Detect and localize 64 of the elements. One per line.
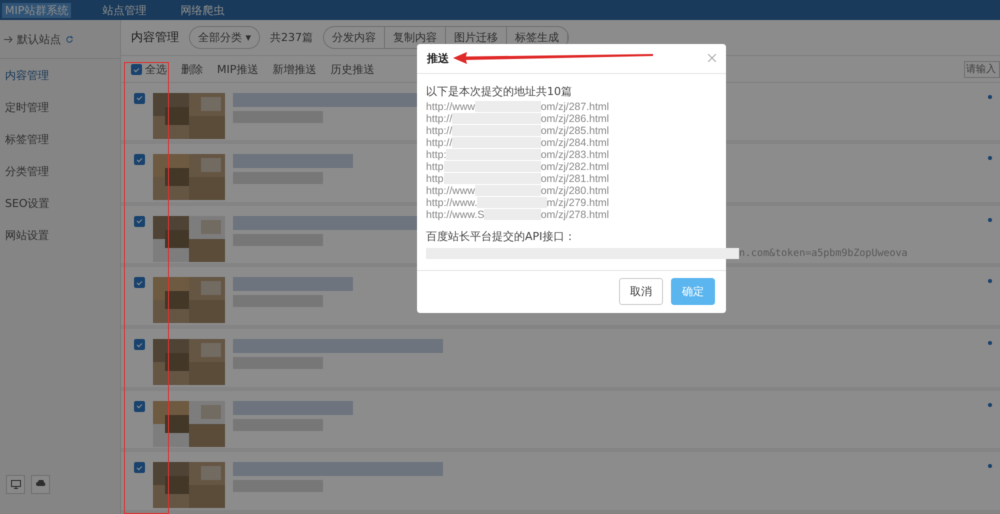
cloud-icon[interactable] [31, 475, 50, 494]
row-checkbox[interactable] [134, 277, 145, 288]
toolbar-button[interactable]: 新增推送 [272, 62, 316, 78]
row-checkbox[interactable] [134, 154, 145, 166]
nav-tab[interactable]: 站点管理 [99, 2, 150, 18]
row-checkbox[interactable] [134, 92, 145, 104]
url-text: http:// [426, 136, 452, 149]
status-dot [988, 156, 992, 160]
dialog-title: 推送 [427, 50, 449, 66]
sidebar-item[interactable]: 网站设置 [0, 219, 120, 251]
url-text: om/zj/284.html [540, 136, 609, 149]
url-text: om/zj/283.html [540, 148, 609, 161]
url-text: om/zj/280.html [540, 184, 609, 197]
url-text: http:// [426, 112, 452, 125]
arrow-icon [4, 36, 13, 42]
close-icon[interactable] [708, 54, 716, 62]
article-count: 共237篇 [270, 30, 314, 45]
url-text: m/zj/279.html [546, 196, 609, 209]
url-text: om/zj/278.html [540, 208, 609, 221]
url-text: om/zj/281.html [540, 172, 609, 185]
row-checkbox[interactable] [134, 216, 145, 227]
status-dot [988, 279, 992, 284]
row-checkbox[interactable] [134, 462, 145, 474]
url-text: om/zj/285.html [540, 124, 609, 137]
url-text: om/zj/286.html [540, 112, 609, 125]
refresh-icon[interactable] [65, 34, 74, 44]
url-text: http://www [426, 100, 476, 113]
url-text: om/zj/287.html [540, 100, 609, 113]
dialog-intro: 以下是本次提交的地址共10篇 [426, 84, 573, 99]
sidebar-item[interactable]: 标签管理 [0, 123, 120, 155]
status-dot [988, 402, 992, 407]
url-text: http: [426, 148, 446, 161]
nav-tab[interactable]: MIP站群系统 [2, 2, 72, 18]
toolbar-button[interactable]: 历史推送 [330, 62, 374, 78]
site-name[interactable]: 默认站点 [17, 32, 61, 46]
url-text: http://www [426, 184, 476, 197]
toolbar-button[interactable]: MIP推送 [217, 62, 258, 78]
select-all-checkbox[interactable]: 全选 [131, 62, 167, 78]
category-dropdown[interactable]: 全部分类 ▾ [189, 26, 260, 49]
page-title: 内容管理 [131, 28, 179, 46]
sidebar-item[interactable]: 内容管理 [0, 59, 120, 91]
url-text: http [426, 160, 444, 173]
sidebar-item[interactable]: 定时管理 [0, 91, 120, 123]
action-button[interactable]: 分发内容 [324, 26, 386, 48]
status-dot [988, 94, 992, 99]
sidebar-item[interactable]: SEO设置 [0, 187, 120, 219]
status-dot [988, 464, 992, 468]
search-field[interactable]: 请输入 [964, 61, 1000, 78]
toolbar-button[interactable]: 删除 [181, 62, 203, 78]
url-text: http://www.S [426, 208, 484, 221]
status-dot [988, 218, 992, 222]
status-dot [988, 341, 992, 346]
url-text: http:// [426, 124, 452, 137]
monitor-icon[interactable] [6, 475, 25, 494]
sidebar-item[interactable]: 分类管理 [0, 155, 120, 187]
url-text: om/zj/282.html [540, 160, 609, 173]
url-text: http [426, 172, 444, 185]
dialog-button[interactable]: 确定 [671, 278, 715, 306]
api-label: 百度站长平台提交的API接口： [426, 228, 576, 244]
dialog-button[interactable]: 取消 [619, 278, 663, 306]
nav-tab[interactable]: 网络爬虫 [177, 2, 228, 18]
row-checkbox[interactable] [134, 400, 145, 412]
row-checkbox[interactable] [134, 339, 145, 350]
url-text: http://www. [426, 196, 478, 209]
